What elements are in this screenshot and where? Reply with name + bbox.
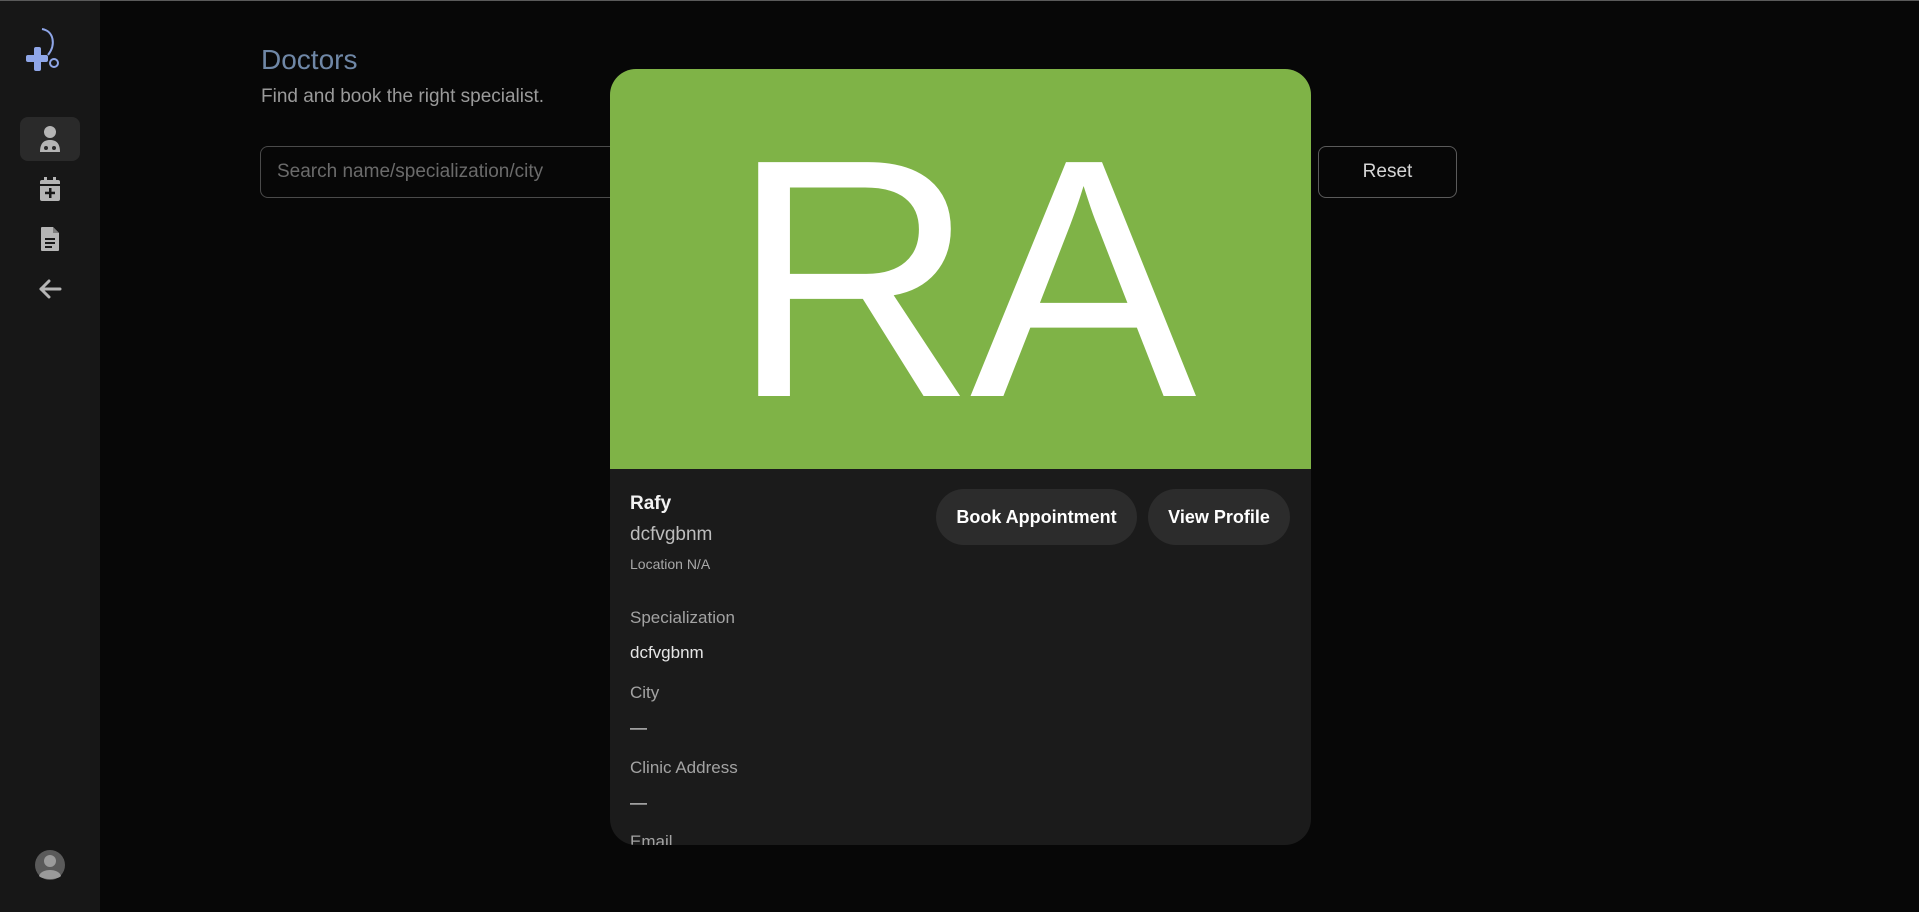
page-title: Doctors bbox=[261, 44, 358, 75]
view-profile-button[interactable]: View Profile bbox=[1148, 489, 1290, 545]
doctor-location: Location N/A bbox=[630, 556, 711, 572]
field-value-clinic-address: — bbox=[630, 793, 647, 812]
doctor-initials: RA bbox=[730, 89, 1196, 469]
user-avatar[interactable] bbox=[35, 850, 65, 884]
field-label-city: City bbox=[630, 683, 660, 702]
doctor-avatar-banner: RA bbox=[610, 69, 1311, 469]
doctor-specialization: dcfvgbnm bbox=[630, 524, 713, 545]
document-icon bbox=[41, 227, 59, 251]
field-value-city: — bbox=[630, 718, 647, 737]
page-subtitle: Find and book the right specialist. bbox=[261, 86, 545, 107]
app-logo[interactable] bbox=[20, 25, 64, 77]
reset-button[interactable]: Reset bbox=[1318, 146, 1457, 198]
top-border bbox=[0, 0, 1919, 1]
sidebar-item-back[interactable] bbox=[20, 267, 80, 311]
doctor-card-modal: RA Rafy dcfvgbnm Location N/A Book Appoi… bbox=[610, 69, 1311, 845]
field-label-specialization: Specialization bbox=[630, 608, 735, 627]
field-label-email: Email bbox=[630, 832, 673, 845]
sidebar bbox=[0, 1, 100, 912]
field-value-specialization: dcfvgbnm bbox=[630, 643, 704, 662]
field-label-clinic-address: Clinic Address bbox=[630, 758, 738, 777]
doctor-name: Rafy bbox=[630, 493, 672, 514]
calendar-add-icon bbox=[40, 177, 60, 201]
arrow-left-icon bbox=[39, 279, 62, 299]
doctor-icon bbox=[40, 126, 60, 152]
sidebar-item-appointments[interactable] bbox=[20, 167, 80, 211]
sidebar-item-documents[interactable] bbox=[20, 217, 80, 261]
book-appointment-button[interactable]: Book Appointment bbox=[936, 489, 1137, 545]
sidebar-item-doctors[interactable] bbox=[20, 117, 80, 161]
